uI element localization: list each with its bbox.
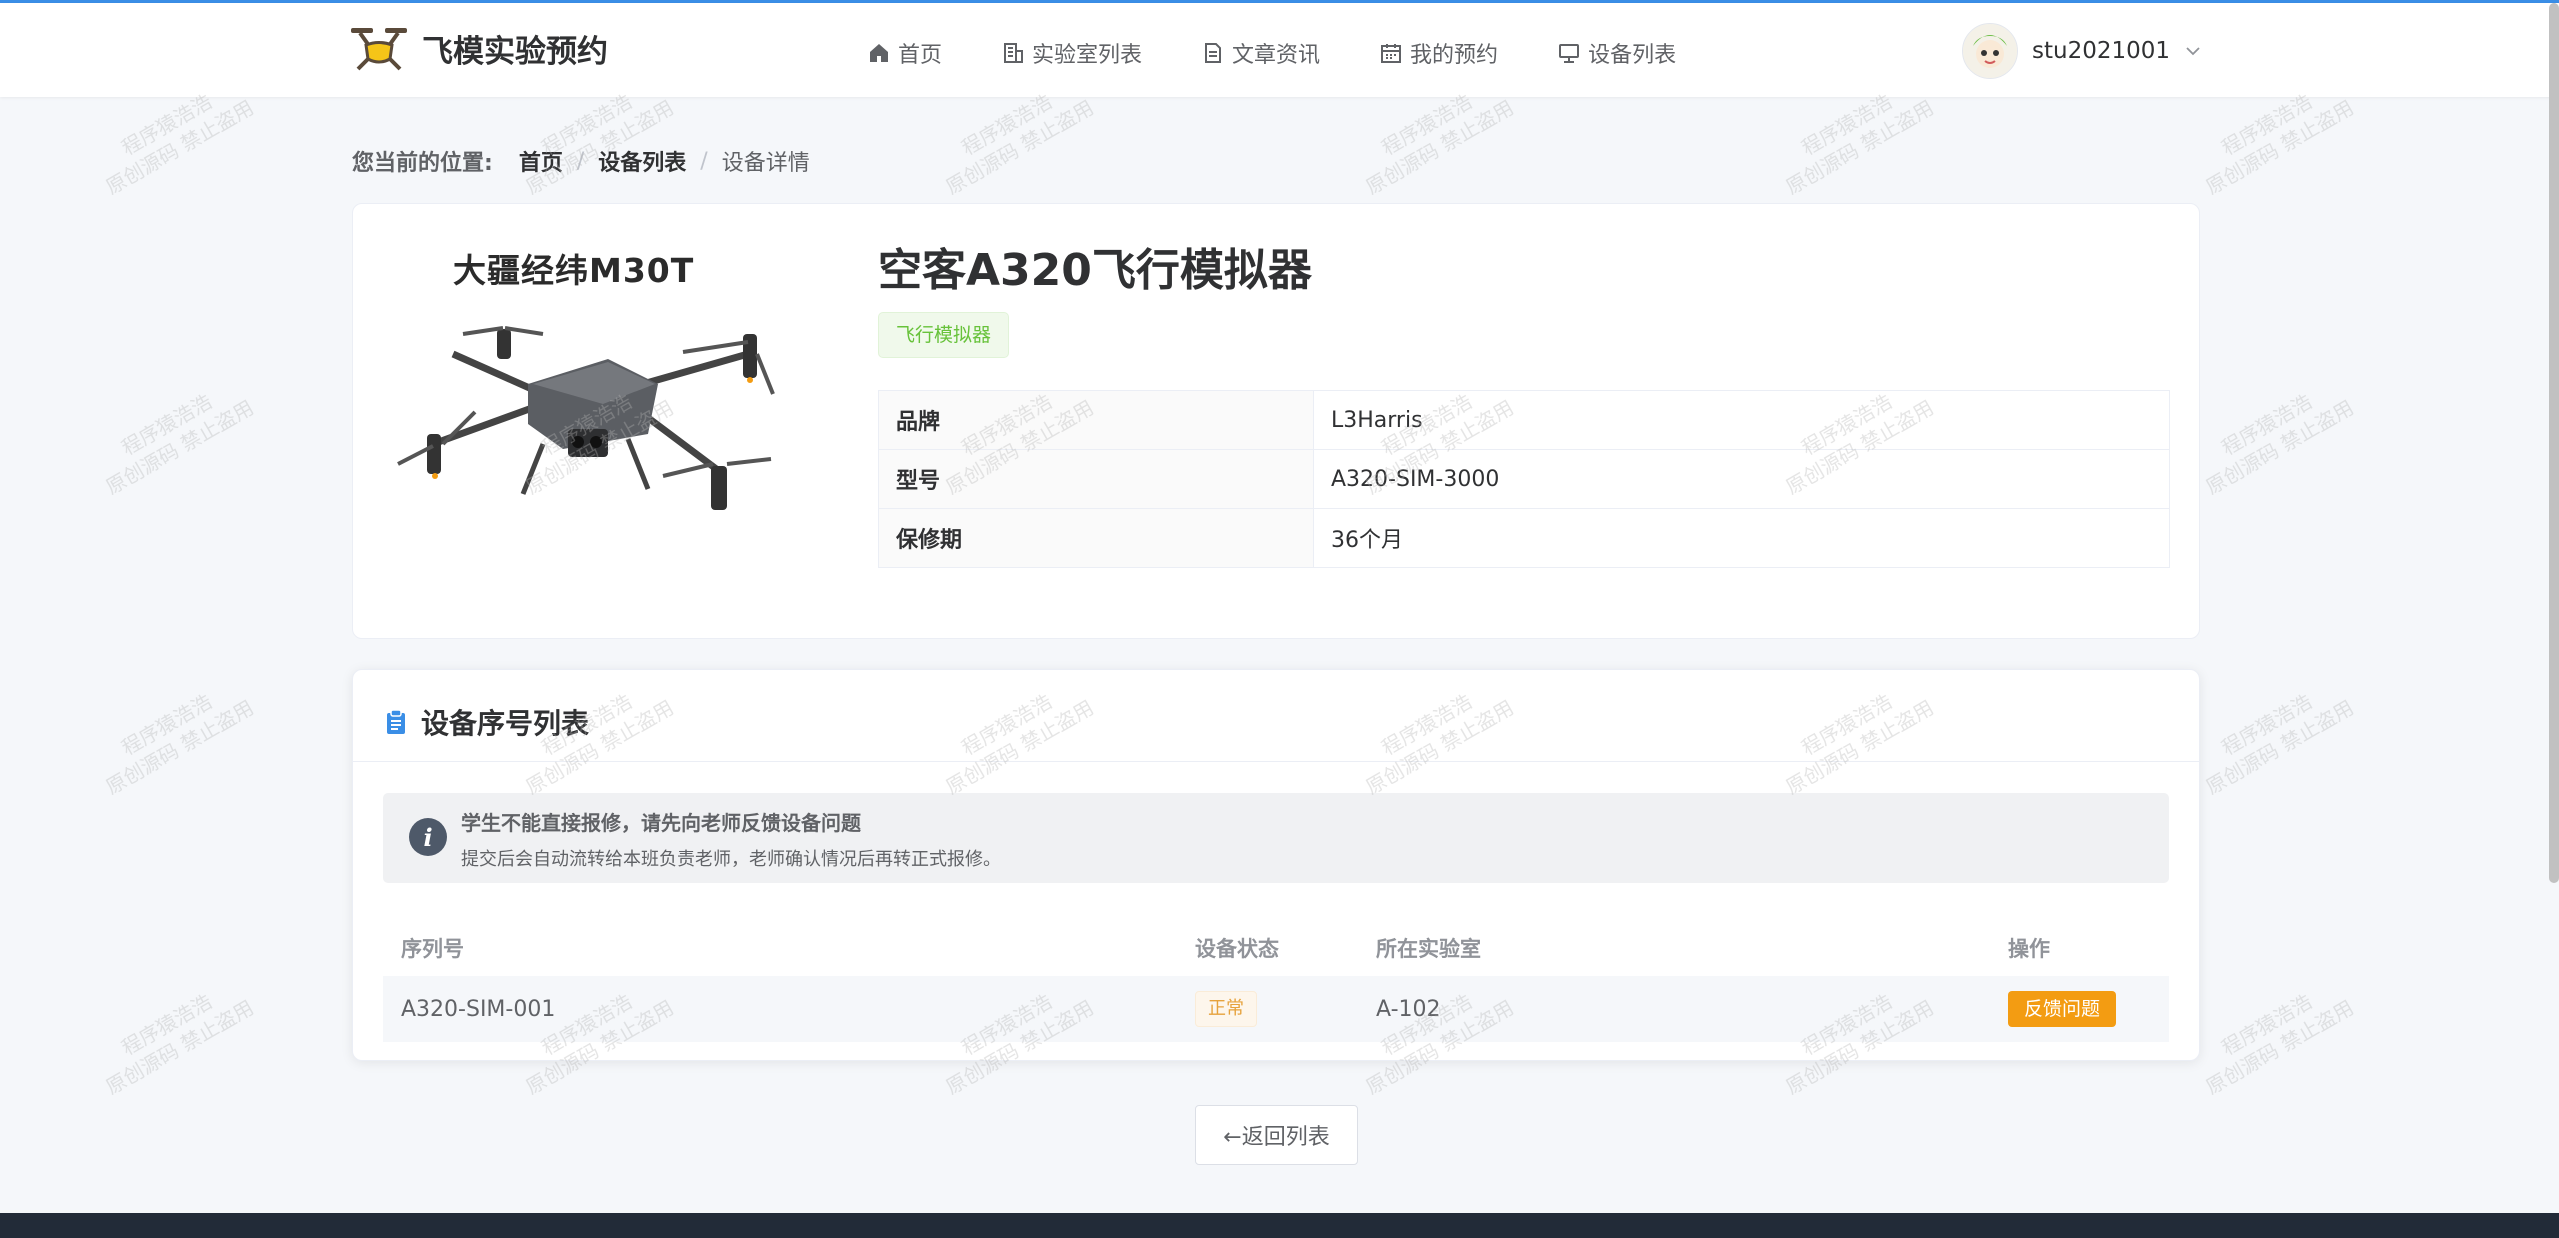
document-icon <box>1205 43 1222 63</box>
table-row: A320-SIM-001 正常 A-102 反馈问题 <box>383 976 2169 1042</box>
breadcrumb-label: 您当前的位置: <box>352 151 493 176</box>
status-badge: 正常 <box>1195 991 1257 1027</box>
serial-list-card: 设备序号列表 i 学生不能直接报修，请先向老师反馈设备问题 提交后会自动流转给本… <box>352 669 2200 1061</box>
nav-devices-label: 设备列表 <box>1588 43 1677 68</box>
watermark-text: 程序猿浩浩 原创源码 禁止盗用 <box>2201 389 2358 500</box>
home-icon <box>870 44 888 62</box>
nav-home[interactable]: 首页 <box>868 37 942 69</box>
building-icon <box>1004 43 1024 63</box>
nav-labs[interactable]: 实验室列表 <box>1002 37 1142 69</box>
spec-row: 品牌 L3Harris <box>878 390 2170 450</box>
spec-key: 品牌 <box>878 390 1314 450</box>
nav-devices[interactable]: 设备列表 <box>1558 37 1676 69</box>
watermark-text: 程序猿浩浩 原创源码 禁止盗用 <box>2201 989 2358 1100</box>
spec-row: 保修期 36个月 <box>878 508 2170 568</box>
logo[interactable]: 飞模实验预约 <box>350 23 608 73</box>
avatar[interactable] <box>1962 23 2018 79</box>
status-cell: 正常 <box>1195 976 1257 1042</box>
scrollbar[interactable] <box>2549 3 2559 883</box>
user-menu[interactable]: stu2021001 <box>1962 23 2200 79</box>
serial-number: A320-SIM-001 <box>401 996 556 1022</box>
breadcrumb-current: 设备详情 <box>721 151 810 176</box>
chevron-down-icon[interactable] <box>2186 46 2200 56</box>
device-detail-card: 大疆经纬M30T 空客A320飞行模拟器 飞行模拟器 品牌 L3Harris 型… <box>352 203 2200 639</box>
column-header: 设备状态 <box>1195 937 1279 961</box>
main-nav: 首页 实验室列表 文章资讯 我的预约 设备列表 <box>868 37 1736 69</box>
alert-description: 提交后会自动流转给本班负责老师，老师确认情况后再转正式报修。 <box>461 849 1001 870</box>
nav-articles[interactable]: 文章资讯 <box>1202 37 1320 69</box>
breadcrumb: 您当前的位置: 首页 / 设备列表 / 设备详情 <box>352 145 810 177</box>
alert-title: 学生不能直接报修，请先向老师反馈设备问题 <box>461 811 861 835</box>
back-to-list-button[interactable]: ←返回列表 <box>1195 1105 1358 1165</box>
svg-text:i: i <box>423 823 432 852</box>
table-header: 序列号 设备状态 所在实验室 操作 <box>383 920 2169 976</box>
watermark-text: 程序猿浩浩 原创源码 禁止盗用 <box>101 989 258 1100</box>
spec-value: L3Harris <box>1313 390 2170 450</box>
column-header: 序列号 <box>401 937 464 961</box>
spec-value: A320-SIM-3000 <box>1313 449 2170 509</box>
logo-text: 飞模实验预约 <box>422 33 608 70</box>
spec-key: 保修期 <box>878 508 1314 568</box>
device-title: 空客A320飞行模拟器 <box>878 245 1312 296</box>
footer <box>0 1213 2559 1238</box>
category-tag: 飞行模拟器 <box>878 312 1010 358</box>
username: stu2021001 <box>2032 38 2171 64</box>
spec-table: 品牌 L3Harris 型号 A320-SIM-3000 保修期 36个月 <box>878 390 2170 568</box>
spec-row: 型号 A320-SIM-3000 <box>878 449 2170 509</box>
info-alert: i 学生不能直接报修，请先向老师反馈设备问题 提交后会自动流转给本班负责老师，老… <box>383 793 2169 883</box>
action-cell: 反馈问题 <box>2008 976 2117 1042</box>
breadcrumb-device-list[interactable]: 设备列表 <box>598 145 686 177</box>
nav-labs-label: 实验室列表 <box>1032 43 1143 68</box>
watermark-text: 程序猿浩浩 原创源码 禁止盗用 <box>101 389 258 500</box>
top-header: 飞模实验预约 首页 实验室列表 文章资讯 我的预约 设备列表 stu202100… <box>0 3 2559 97</box>
nav-my-reservations-label: 我的预约 <box>1410 43 1499 68</box>
serial-list-title: 设备序号列表 <box>385 702 589 742</box>
feedback-button[interactable]: 反馈问题 <box>2008 991 2117 1027</box>
nav-articles-label: 文章资讯 <box>1232 43 1321 68</box>
info-icon: i <box>409 818 447 856</box>
column-header: 操作 <box>2008 937 2050 961</box>
breadcrumb-separator: / <box>576 148 585 174</box>
column-header: 所在实验室 <box>1376 937 1481 961</box>
spec-value: 36个月 <box>1313 508 2170 568</box>
monitor-icon <box>1559 44 1580 63</box>
serial-list-header: 设备序号列表 <box>353 670 2199 762</box>
breadcrumb-home[interactable]: 首页 <box>519 145 563 177</box>
watermark-text: 程序猿浩浩 原创源码 禁止盗用 <box>2201 689 2358 800</box>
nav-my-reservations[interactable]: 我的预约 <box>1380 37 1498 69</box>
nav-home-label: 首页 <box>898 43 943 68</box>
watermark-text: 程序猿浩浩 原创源码 禁止盗用 <box>101 689 258 800</box>
lab-name: A-102 <box>1376 996 1441 1022</box>
breadcrumb-separator: / <box>700 148 708 174</box>
drone-logo-icon <box>351 28 407 71</box>
spec-key: 型号 <box>878 449 1314 509</box>
calendar-icon <box>1381 44 1402 63</box>
serial-list-title-text: 设备序号列表 <box>421 707 590 740</box>
clipboard-icon <box>387 709 405 734</box>
device-image: 大疆经纬M30T <box>393 234 793 574</box>
